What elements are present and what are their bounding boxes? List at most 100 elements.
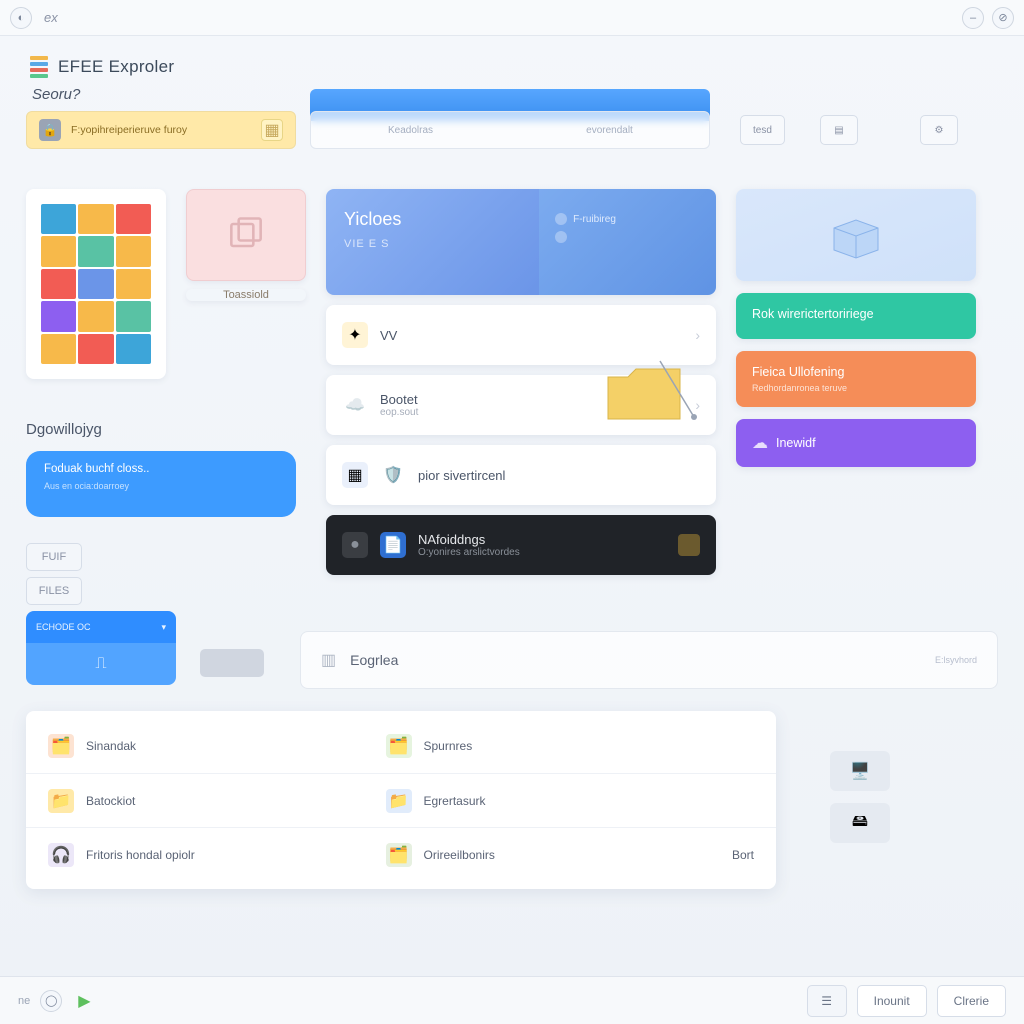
notice-banner[interactable]: 🔒 F:yopihreiperieruve furoy ▦ <box>26 111 296 149</box>
folder-icon: 🗂️ <box>386 734 412 758</box>
record-button[interactable]: ◯ <box>40 990 62 1012</box>
box-icon <box>826 210 886 260</box>
cell-text: Sinandak <box>86 739 136 753</box>
list-row[interactable]: ▦ 🛡️ pior sivertircenl <box>326 445 716 505</box>
toolbar-icon-button[interactable]: ▤ <box>820 115 858 145</box>
stack-icon: ☰ <box>821 994 832 1008</box>
star-icon: ✦ <box>342 322 368 348</box>
window-titlebar: ◐ ex – ⊘ <box>0 0 1024 36</box>
cell-text: Spurnres <box>424 739 473 753</box>
list-item[interactable]: 🗂️Sinandak 🗂️Spurnres <box>26 719 776 773</box>
split-button[interactable]: ECHODE OC ▾ ⎍ <box>26 611 176 685</box>
lock-icon: 🔒 <box>39 119 61 141</box>
row-title: VV <box>380 328 397 343</box>
connector-icon: ⎍ <box>95 655 106 673</box>
mosaic-icon <box>41 204 151 364</box>
dot-icon <box>555 231 567 243</box>
chip[interactable] <box>200 649 264 677</box>
chevron-down-icon: ▾ <box>161 622 166 633</box>
footer-button[interactable]: Clrerie <box>937 985 1006 1017</box>
videos-card[interactable]: Yicloes VIE E S F-ruibireg <box>326 189 716 295</box>
banner-add-button[interactable]: ▦ <box>261 119 283 141</box>
section-label: Dgowillojyg <box>26 421 102 438</box>
pink-tile[interactable] <box>186 189 306 281</box>
status-text: ne <box>18 995 30 1007</box>
card-meta: F-ruibireg <box>573 214 616 225</box>
dropdown-pill[interactable]: Foduak buchf closs.. Aus en ocia:doarroe… <box>26 451 296 517</box>
side-icons: 🖥️ 🖴 <box>830 751 890 843</box>
minimize-button[interactable]: – <box>962 7 984 29</box>
system-menu-button[interactable]: ◐ <box>10 7 32 29</box>
cell-text: Batockiot <box>86 794 135 808</box>
drive-icon[interactable]: 🖴 <box>830 803 890 843</box>
preview-tile[interactable] <box>736 189 976 281</box>
list-item[interactable]: 🎧 Fritoris hondal opiolr 🗂️ Orireeilbonirs… <box>26 827 776 881</box>
tab-button[interactable]: ex <box>44 10 58 25</box>
circle-icon: ● <box>342 532 368 558</box>
row-title: NAfoiddngs <box>418 532 520 547</box>
card-subtitle: VIE E S <box>344 238 521 250</box>
close-button[interactable]: ⊘ <box>992 7 1014 29</box>
document-icon: ▤ <box>834 125 843 136</box>
play-icon[interactable]: ▶ <box>78 991 90 1011</box>
pill-subtitle: Aus en ocia:doarroey <box>44 481 278 491</box>
quick-tile-purple[interactable]: ☁ Inewidf <box>736 419 976 467</box>
folder-icon: 📁 <box>48 789 74 813</box>
tab-item[interactable]: evorendalt <box>510 125 709 136</box>
split-label: ECHODE OC <box>36 622 91 632</box>
status-bar: ne ◯ ▶ ☰ Inounit Clrerie <box>0 976 1024 1024</box>
card-title: Yicloes <box>344 209 521 230</box>
shield-icon: 🛡️ <box>380 462 406 488</box>
tab-strip: Keadolras evorendalt <box>310 111 710 149</box>
cell-text: Egrertasurk <box>424 794 486 808</box>
list-row-dark[interactable]: ● 📄 NAfoiddngsO:yonires arslictvordes <box>326 515 716 575</box>
tag-icon <box>678 534 700 556</box>
list-panel: 🗂️ Sinandak 🗂️ Spurnres 📁 Batockiot 📁 Egrert… <box>26 711 776 889</box>
folder-icon: 📁 <box>386 789 412 813</box>
dot-icon <box>555 213 567 225</box>
cell-text: Orireeilbonirs <box>424 848 495 862</box>
device-icon[interactable]: 🖥️ <box>830 751 890 791</box>
row-title: Bootet <box>380 392 418 407</box>
apps-icon: ▥ <box>321 650 336 670</box>
toolbar-icon-button[interactable]: ⚙ <box>920 115 958 145</box>
filter-button[interactable]: FILES <box>26 577 82 605</box>
document-icon: 📄 <box>380 532 406 558</box>
app-header: EFEE Exproler <box>0 36 1024 82</box>
folder-illustration <box>586 331 716 451</box>
toolbar-button[interactable]: tesd <box>740 115 785 145</box>
start-tile[interactable] <box>26 189 166 379</box>
settings-icon: ⚙ <box>935 125 944 136</box>
quick-tile-green[interactable]: Rok wirerictertoririege <box>736 293 976 339</box>
folder-icon: 🗂️ <box>386 843 412 867</box>
view-button[interactable]: ☰ <box>807 985 847 1017</box>
pill-title: Foduak buchf closs.. <box>44 463 278 475</box>
headset-icon: 🎧 <box>48 843 74 867</box>
plus-icon: ▦ <box>264 120 279 140</box>
cloud-icon: ☁ <box>752 433 768 453</box>
cell-text: Fritoris hondal opiolr <box>86 848 195 862</box>
search-hint: E:lsyvhord <box>935 655 977 665</box>
filter-button[interactable]: FUIF <box>26 543 82 571</box>
pink-tile-label: Toassiold <box>186 289 306 301</box>
row-subtitle: eop.sout <box>380 407 418 418</box>
search-bar[interactable]: ▥ Eogrlea E:lsyvhord <box>300 631 998 689</box>
tile-subtitle: Redhordanronea teruve <box>752 383 960 393</box>
cloud-icon: ☁️ <box>342 392 368 418</box>
tile-title: Rok wirerictertoririege <box>752 307 960 321</box>
row-title: pior sivertircenl <box>418 468 505 483</box>
tile-title: Inewidf <box>776 436 816 450</box>
footer-button[interactable]: Inounit <box>857 985 927 1017</box>
grid-icon: ▦ <box>342 462 368 488</box>
row-subtitle: O:yonires arslictvordes <box>418 547 520 558</box>
right-column: Rok wirerictertoririege Fieica Ullofenin… <box>736 189 976 479</box>
app-logo-icon <box>30 56 48 78</box>
list-item[interactable]: 📁 Batockiot 📁 Egrertasurk <box>26 773 776 827</box>
app-title: EFEE Exproler <box>58 57 174 77</box>
quick-tile-orange[interactable]: Fieica Ullofening Redhordanronea teruve <box>736 351 976 407</box>
search-text: Eogrlea <box>350 652 398 668</box>
layers-icon <box>224 213 268 257</box>
tile-title: Fieica Ullofening <box>752 365 960 379</box>
cell-text: Bort <box>732 848 754 862</box>
tab-item[interactable]: Keadolras <box>311 125 510 136</box>
